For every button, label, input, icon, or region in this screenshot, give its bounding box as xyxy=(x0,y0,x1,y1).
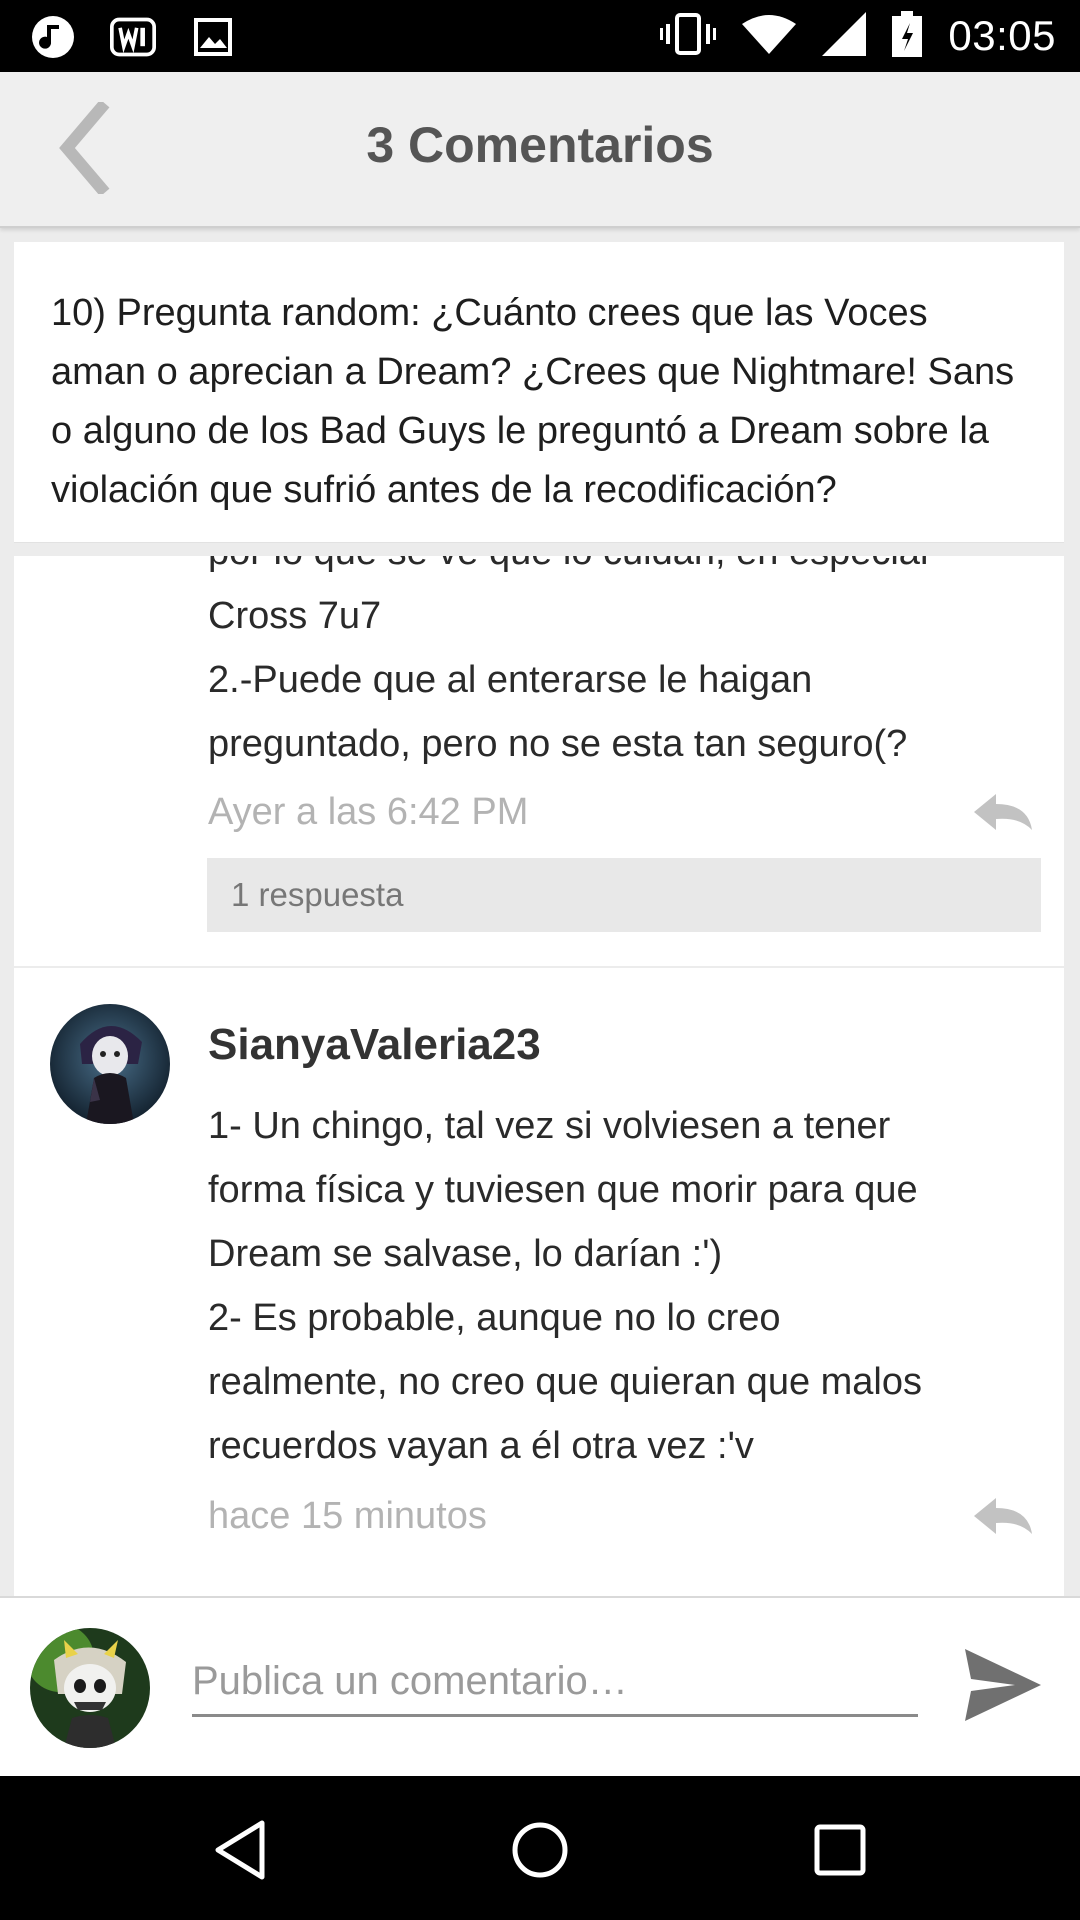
home-circle-icon xyxy=(510,1820,570,1885)
app-bar: 3 Comentarios xyxy=(0,72,1080,228)
comment-line: por lo que se ve que lo cuidan, en espec… xyxy=(208,556,1038,584)
comment-line: forma física y tuviesen que morir para q… xyxy=(208,1169,918,1211)
wifi-icon xyxy=(742,14,797,59)
comment-line: realmente, no creo que quieran que malos xyxy=(208,1361,923,1403)
comment-line: 1- Un chingo, tal vez si volviesen a ten… xyxy=(208,1105,891,1147)
comment-meta: hace 15 minutos xyxy=(208,1486,1048,1546)
clock: 03:05 xyxy=(948,12,1056,59)
page-title: 3 Comentarios xyxy=(366,117,714,173)
comment-line: Dream se salvase, lo darían :') xyxy=(208,1233,723,1275)
nav-home-button[interactable] xyxy=(500,1812,580,1892)
avatar[interactable] xyxy=(50,1004,170,1124)
comment-composer xyxy=(0,1596,1080,1778)
comment-text: por lo que se ve que lo cuidan, en espec… xyxy=(208,556,1038,776)
signal-icon xyxy=(822,11,867,61)
question-text: 10) Pregunta random: ¿Cuánto crees que l… xyxy=(51,292,1015,511)
comment-list[interactable]: por lo que se ve que lo cuidan, en espec… xyxy=(14,556,1064,1596)
comment-line: recuerdos vayan a él otra vez :'v xyxy=(208,1425,754,1467)
recents-square-icon xyxy=(813,1823,867,1882)
nav-recents-button[interactable] xyxy=(800,1812,880,1892)
reply-icon[interactable] xyxy=(970,1494,1036,1538)
comment-line: Cross 7u7 xyxy=(208,595,382,637)
back-triangle-icon xyxy=(212,1819,268,1886)
comment-line: 2.-Puede que al enterarse le haigan xyxy=(208,659,813,701)
replies-button[interactable]: 1 respuesta xyxy=(207,858,1041,932)
comment-timestamp: hace 15 minutos xyxy=(208,1495,487,1537)
reply-icon[interactable] xyxy=(970,790,1036,834)
user-avatar xyxy=(30,1628,150,1748)
comment-timestamp: Ayer a las 6:42 PM xyxy=(208,791,529,833)
comment-author[interactable]: SianyaValeria23 xyxy=(208,1020,541,1070)
comment-input[interactable] xyxy=(192,1648,918,1717)
image-icon xyxy=(190,14,236,60)
vibrate-icon xyxy=(660,12,717,61)
comment-meta: Ayer a las 6:42 PM xyxy=(208,782,1048,842)
comment-line: 2- Es probable, aunque no lo creo xyxy=(208,1297,781,1339)
wattpad-icon xyxy=(110,14,156,60)
send-button[interactable] xyxy=(960,1644,1046,1730)
status-bar: 03:05 xyxy=(0,0,1080,72)
music-note-icon xyxy=(30,14,76,60)
navigation-bar xyxy=(0,1776,1080,1920)
battery-icon xyxy=(892,10,923,62)
nav-back-button[interactable] xyxy=(200,1812,280,1892)
divider xyxy=(14,966,1064,968)
comment-text: 1- Un chingo, tal vez si volviesen a ten… xyxy=(208,1094,1038,1478)
send-icon xyxy=(963,1647,1043,1728)
comment-line: preguntado, pero no se esta tan seguro(? xyxy=(208,723,908,765)
question-card: 10) Pregunta random: ¿Cuánto crees que l… xyxy=(14,242,1064,543)
